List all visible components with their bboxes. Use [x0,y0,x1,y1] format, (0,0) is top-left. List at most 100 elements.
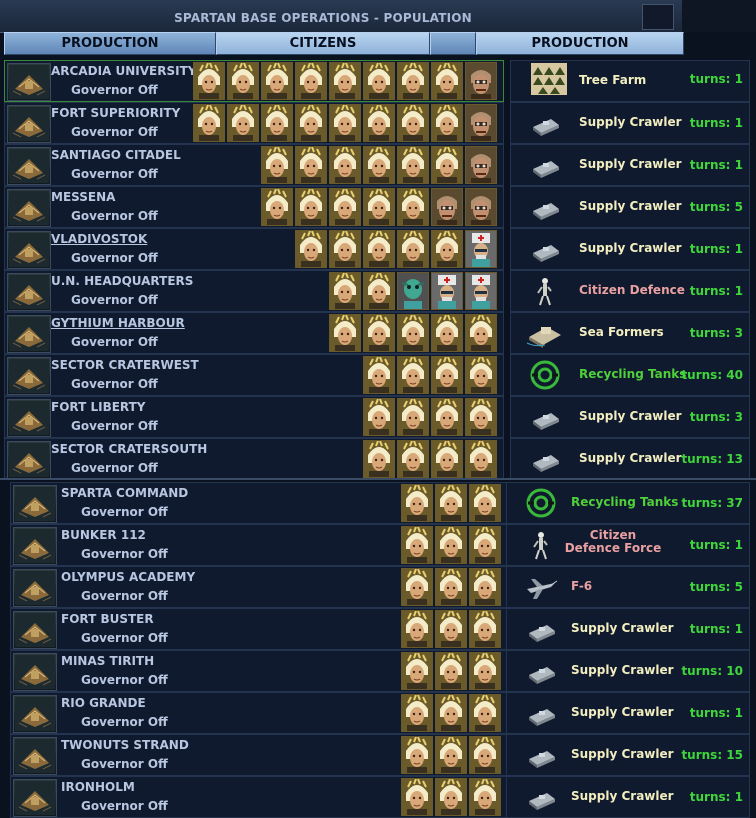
talent-citizen-icon[interactable] [363,440,395,478]
talent-citizen-icon[interactable] [431,440,463,478]
talent-citizen-icon[interactable] [469,484,501,522]
talent-citizen-icon[interactable] [363,398,395,436]
talent-citizen-icon[interactable] [329,230,361,268]
base-row[interactable]: VLADIVOSTOK Governor Off [4,228,504,270]
base-name[interactable]: OLYMPUS ACADEMY [61,570,195,584]
talent-citizen-icon[interactable] [363,272,395,310]
tab-production-left[interactable]: PRODUCTION [4,32,216,55]
tab-production-right[interactable]: PRODUCTION [476,32,684,55]
doctor-citizen-icon[interactable] [465,272,497,310]
base-name[interactable]: TWONUTS STRAND [61,738,189,752]
governor-status[interactable]: Governor Off [71,293,158,307]
base-row[interactable]: GYTHIUM HARBOUR Governor Off [4,312,504,354]
base-name[interactable]: SECTOR CRATERWEST [51,358,199,372]
drone-citizen-icon[interactable] [465,62,497,100]
base-name[interactable]: ARCADIA UNIVERSITY [51,64,196,78]
talent-citizen-icon[interactable] [469,694,501,732]
talent-citizen-icon[interactable] [193,62,225,100]
talent-citizen-icon[interactable] [397,230,429,268]
base-row[interactable]: MINAS TIRITH Governor Off [10,650,508,692]
governor-status[interactable]: Governor Off [71,419,158,433]
talent-citizen-icon[interactable] [435,736,467,774]
talent-citizen-icon[interactable] [397,398,429,436]
production-item[interactable]: Supply Crawler turns: 1 [510,228,750,270]
governor-status[interactable]: Governor Off [81,547,168,561]
talent-citizen-icon[interactable] [261,188,293,226]
talent-citizen-icon[interactable] [329,62,361,100]
talent-citizen-icon[interactable] [363,188,395,226]
governor-status[interactable]: Governor Off [81,631,168,645]
production-item[interactable]: Citizen Defence Force turns: 1 [506,524,750,566]
governor-status[interactable]: Governor Off [81,715,168,729]
talent-citizen-icon[interactable] [397,356,429,394]
doctor-citizen-icon[interactable] [465,230,497,268]
talent-citizen-icon[interactable] [227,104,259,142]
base-name[interactable]: GYTHIUM HARBOUR [51,316,185,330]
governor-status[interactable]: Governor Off [81,589,168,603]
base-row[interactable]: BUNKER 112 Governor Off [10,524,508,566]
production-item[interactable]: Supply Crawler turns: 1 [506,692,750,734]
governor-status[interactable]: Governor Off [81,673,168,687]
talent-citizen-icon[interactable] [469,652,501,690]
base-name[interactable]: FORT SUPERIORITY [51,106,180,120]
talent-citizen-icon[interactable] [363,230,395,268]
talent-citizen-icon[interactable] [431,146,463,184]
talent-citizen-icon[interactable] [295,230,327,268]
talent-citizen-icon[interactable] [469,610,501,648]
talent-citizen-icon[interactable] [469,736,501,774]
talent-citizen-icon[interactable] [435,652,467,690]
drone-citizen-icon[interactable] [431,188,463,226]
talent-citizen-icon[interactable] [363,62,395,100]
talent-citizen-icon[interactable] [465,356,497,394]
base-name[interactable]: RIO GRANDE [61,696,146,710]
drone-citizen-icon[interactable] [465,104,497,142]
production-item[interactable]: Supply Crawler turns: 15 [506,734,750,776]
talent-citizen-icon[interactable] [363,104,395,142]
talent-citizen-icon[interactable] [261,104,293,142]
base-row[interactable]: OLYMPUS ACADEMY Governor Off [10,566,508,608]
talent-citizen-icon[interactable] [431,104,463,142]
talent-citizen-icon[interactable] [435,778,467,816]
base-name[interactable]: SPARTA COMMAND [61,486,188,500]
talent-citizen-icon[interactable] [431,356,463,394]
drone-citizen-icon[interactable] [465,188,497,226]
talent-citizen-icon[interactable] [363,356,395,394]
base-row[interactable]: SECTOR CRATERWEST Governor Off [4,354,504,396]
talent-citizen-icon[interactable] [363,146,395,184]
talent-citizen-icon[interactable] [401,484,433,522]
talent-citizen-icon[interactable] [431,62,463,100]
talent-citizen-icon[interactable] [465,398,497,436]
talent-citizen-icon[interactable] [469,526,501,564]
base-row[interactable]: FORT SUPERIORITY Governor Off [4,102,504,144]
production-item[interactable]: Tree Farm turns: 1 [510,60,750,102]
talent-citizen-icon[interactable] [295,146,327,184]
base-name[interactable]: MINAS TIRITH [61,654,154,668]
talent-citizen-icon[interactable] [435,526,467,564]
base-name[interactable]: SANTIAGO CITADEL [51,148,181,162]
talent-citizen-icon[interactable] [397,314,429,352]
talent-citizen-icon[interactable] [435,568,467,606]
base-row[interactable]: FORT BUSTER Governor Off [10,608,508,650]
talent-citizen-icon[interactable] [431,314,463,352]
talent-citizen-icon[interactable] [431,230,463,268]
base-name[interactable]: MESSENA [51,190,115,204]
talent-citizen-icon[interactable] [227,62,259,100]
talent-citizen-icon[interactable] [431,398,463,436]
governor-status[interactable]: Governor Off [81,757,168,771]
governor-status[interactable]: Governor Off [71,209,158,223]
base-name[interactable]: FORT LIBERTY [51,400,146,414]
talent-citizen-icon[interactable] [435,484,467,522]
base-name[interactable]: SECTOR CRATERSOUTH [51,442,207,456]
talent-citizen-icon[interactable] [401,652,433,690]
talent-citizen-icon[interactable] [295,188,327,226]
base-row[interactable]: U.N. HEADQUARTERS Governor Off [4,270,504,312]
production-item[interactable]: Supply Crawler turns: 3 [510,396,750,438]
drone-citizen-icon[interactable] [465,146,497,184]
talent-citizen-icon[interactable] [401,736,433,774]
talent-citizen-icon[interactable] [295,104,327,142]
talent-citizen-icon[interactable] [465,440,497,478]
governor-status[interactable]: Governor Off [81,505,168,519]
base-row[interactable]: FORT LIBERTY Governor Off [4,396,504,438]
talent-citizen-icon[interactable] [401,568,433,606]
governor-status[interactable]: Governor Off [81,799,168,813]
